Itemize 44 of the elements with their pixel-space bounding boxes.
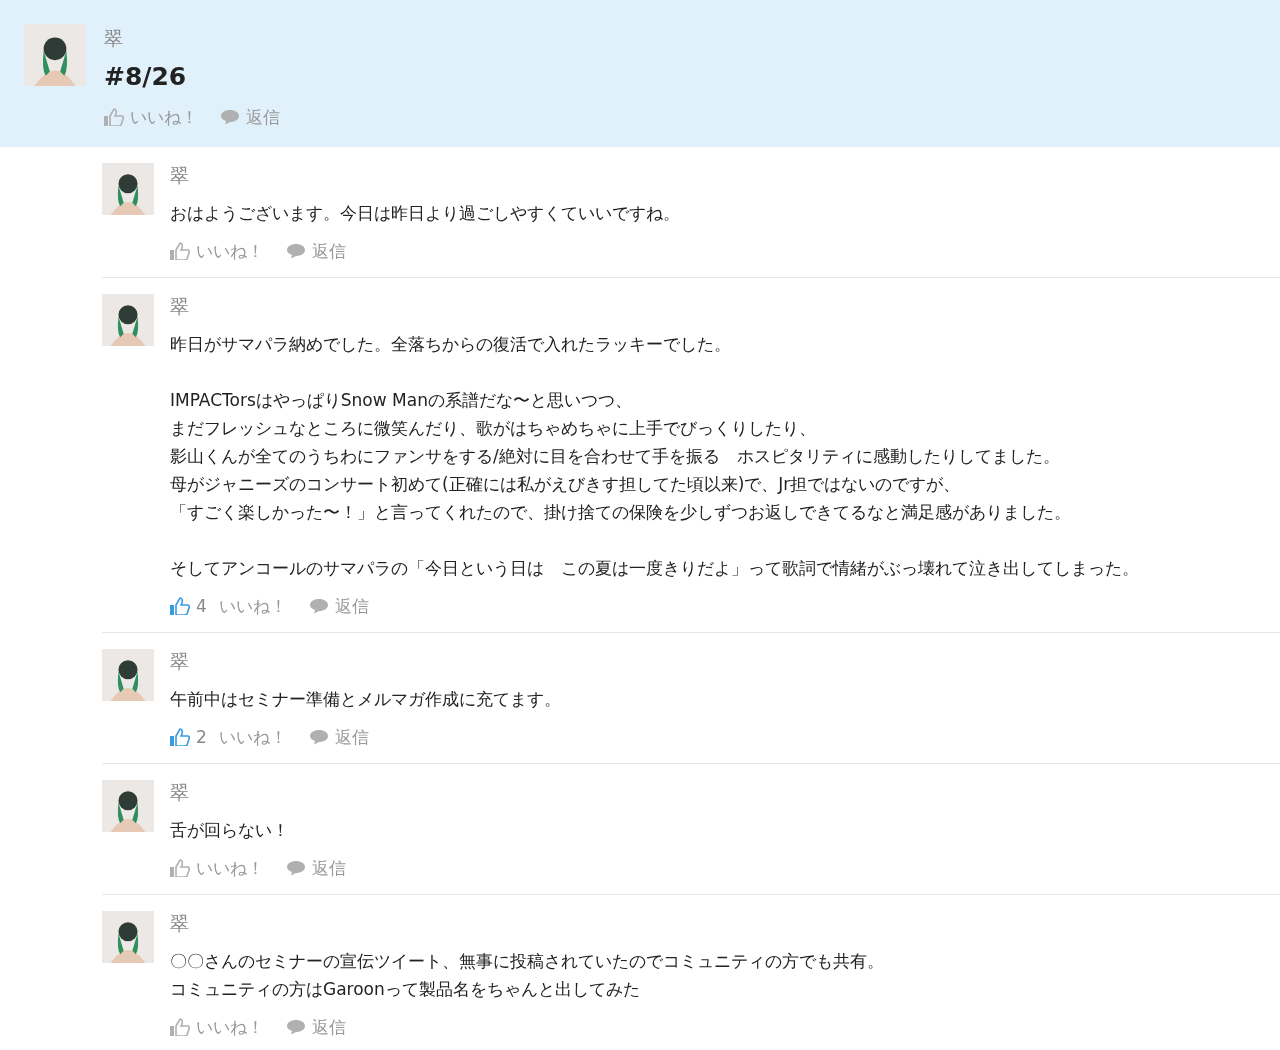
speech-bubble-icon bbox=[286, 243, 306, 259]
like-button[interactable]: いいね！ bbox=[170, 239, 264, 263]
avatar-silhouette-icon bbox=[102, 780, 154, 832]
author-name: 翠 bbox=[170, 294, 190, 319]
post-title: #8/26 bbox=[104, 62, 188, 91]
thumbs-up-icon bbox=[170, 597, 190, 615]
author-name: 翠 bbox=[104, 26, 124, 51]
comment-text: そしてアンコールのサマパラの「今日という日は この夏は一度きりだよ」って歌詞で情緒がぶっ壊れて泣き出してしまった。 bbox=[170, 557, 1139, 580]
comment-text: 舌が回らない！ bbox=[170, 819, 290, 842]
author-name: 翠 bbox=[170, 649, 190, 674]
reply-button[interactable]: 返信 bbox=[308, 594, 369, 618]
avatar-silhouette-icon bbox=[102, 649, 154, 701]
reply-button[interactable]: 返信 bbox=[308, 725, 369, 749]
speech-bubble-icon bbox=[286, 860, 306, 876]
comment-text: 〇〇さんのセミナーの宣伝ツイート、無事に投稿されていたのでコミュニティの方でも共有。 コミュニティの方はGaroonって製品名をちゃんと出してみた bbox=[170, 950, 884, 1001]
like-button[interactable]: 2 いいね！ bbox=[170, 725, 287, 749]
avatar-silhouette-icon bbox=[102, 294, 154, 346]
like-button[interactable]: いいね！ bbox=[104, 105, 198, 129]
author-name: 翠 bbox=[170, 911, 190, 936]
reply-button[interactable]: 返信 bbox=[286, 1015, 346, 1039]
comment-text: 昨日がサマパラ納めでした。全落ちからの復活で入れたラッキーでした。 bbox=[170, 333, 732, 356]
author-name: 翠 bbox=[170, 163, 190, 188]
like-button[interactable]: 4 いいね！ bbox=[170, 594, 287, 618]
thumbs-up-icon bbox=[170, 242, 190, 260]
comment-text: 午前中はセミナー準備とメルマガ作成に充てます。 bbox=[170, 688, 561, 711]
thumbs-up-icon bbox=[170, 859, 190, 877]
avatar-silhouette-icon bbox=[102, 911, 154, 963]
thumbs-up-icon bbox=[170, 1018, 190, 1036]
avatar-silhouette-icon bbox=[24, 24, 86, 86]
avatar-silhouette-icon bbox=[102, 163, 154, 215]
speech-bubble-icon bbox=[220, 109, 240, 125]
author-name: 翠 bbox=[170, 780, 190, 805]
comment-text: おはようございます。今日は昨日より過ごしやすくていいですね。 bbox=[170, 202, 680, 225]
reply-button[interactable]: 返信 bbox=[286, 856, 346, 880]
thumbs-up-icon bbox=[170, 728, 190, 746]
comment-text: IMPACTorsはやっぱりSnow Manの系譜だな〜と思いつつ、 まだフレッシュなところに微笑んだり、歌がはちゃめちゃに上手でびっくりしたり、 影山くんが全てのうちわにファンサをする/絶対に目を合わせて手を振る ホスピタリティに感動したりしてました。 母がジャニーズのコンサート初めて(正確には私がえびきす担してた頃以来)で、Jr担ではないのですが、 「すごく楽しかった〜！」と言ってくれたので、掛け捨ての保険を少しずつお返しできてるなと満足感がありました。 bbox=[170, 389, 1072, 524]
speech-bubble-icon bbox=[308, 598, 329, 614]
reply-button[interactable]: 返信 bbox=[286, 239, 346, 263]
speech-bubble-icon bbox=[308, 729, 329, 745]
speech-bubble-icon bbox=[286, 1019, 306, 1035]
thumbs-up-icon bbox=[104, 108, 124, 126]
reply-button[interactable]: 返信 bbox=[220, 105, 280, 129]
like-button[interactable]: いいね！ bbox=[170, 856, 264, 880]
like-button[interactable]: いいね！ bbox=[170, 1015, 264, 1039]
